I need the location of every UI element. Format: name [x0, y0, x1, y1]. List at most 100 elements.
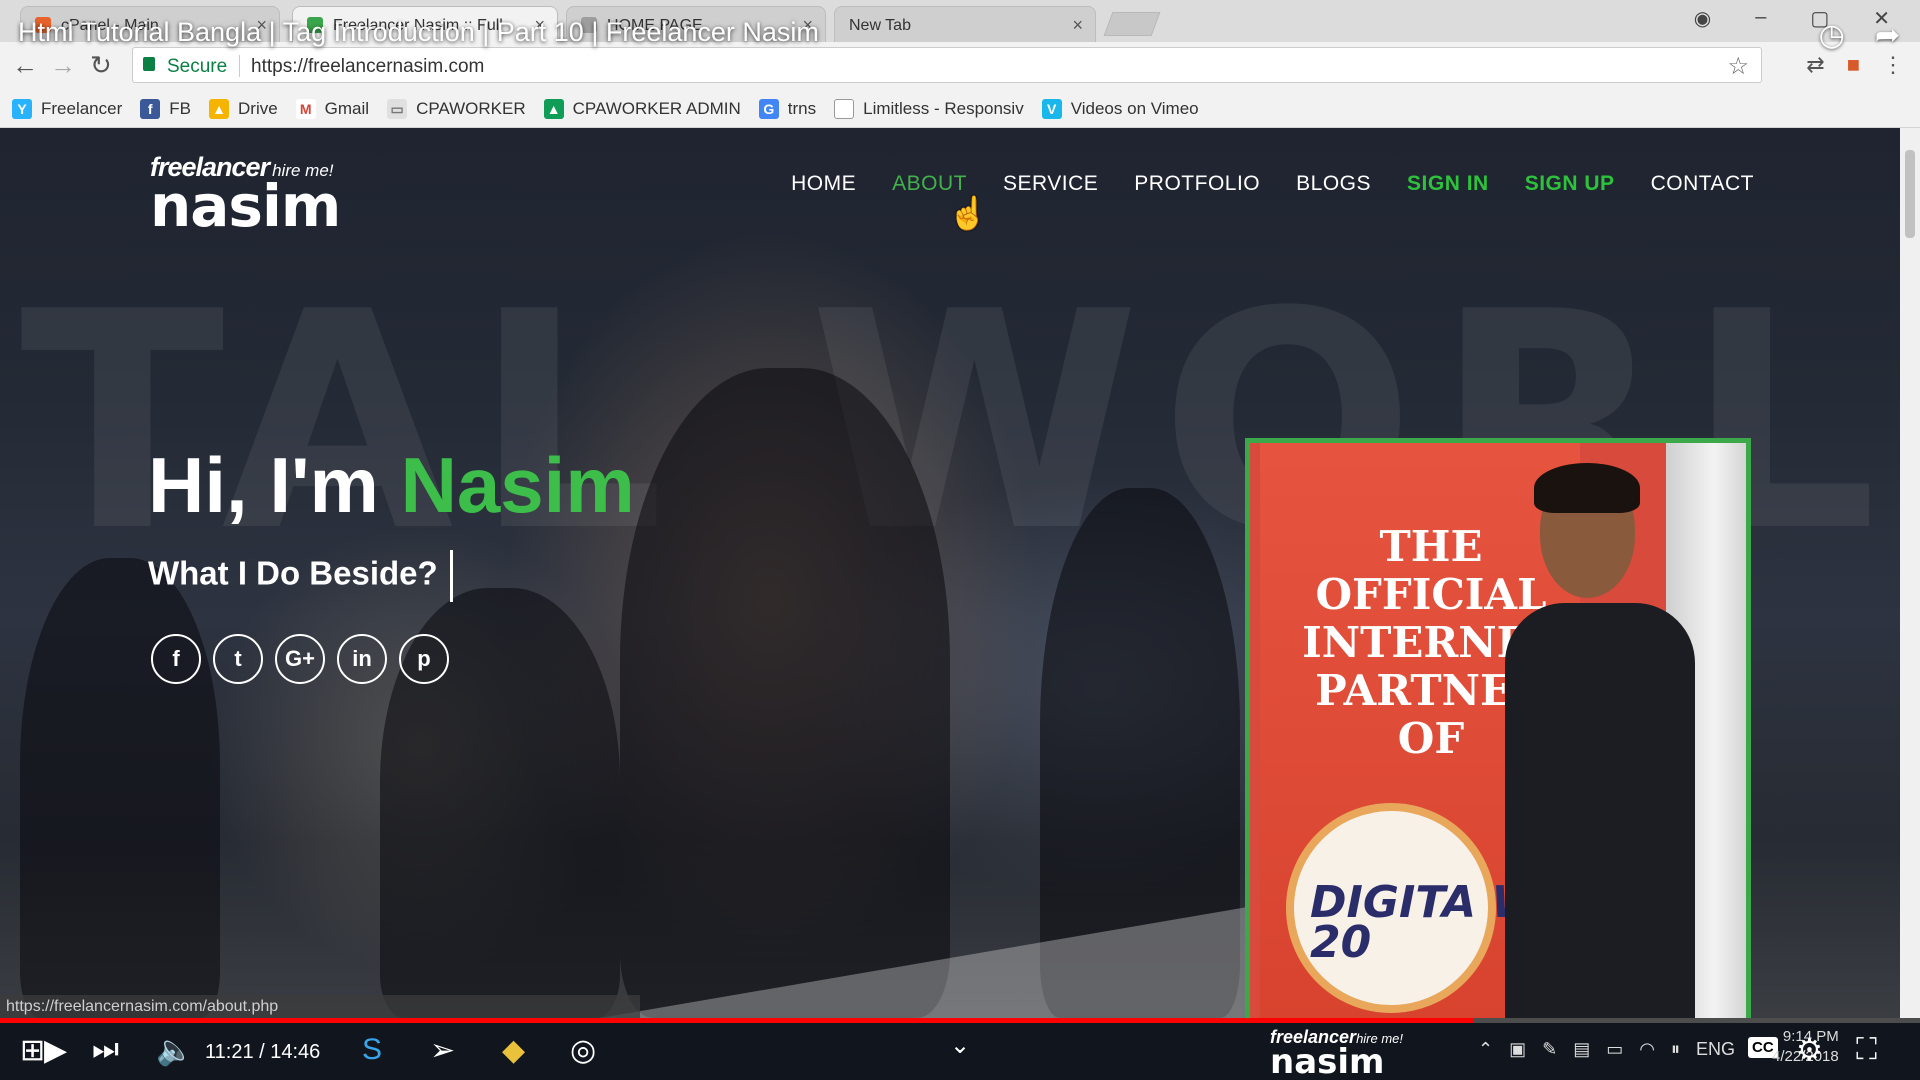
new-tab-button[interactable]	[1103, 12, 1161, 36]
tray-pdf-icon[interactable]: ▤	[1573, 1039, 1590, 1060]
bookmark-label: CPAWORKER	[416, 98, 526, 118]
omnibox-divider	[239, 55, 240, 77]
time-current: 11:21	[205, 1041, 254, 1063]
bookmark-label: FB	[169, 98, 191, 118]
nav-service[interactable]: SERVICE	[1003, 172, 1098, 196]
google-plus-icon[interactable]: G+	[275, 634, 325, 684]
bookmark-item[interactable]: Limitless - Responsiv	[834, 98, 1024, 119]
video-title[interactable]: Html Tutorial Bangla | Tag Introduction …	[18, 17, 819, 48]
page-icon	[834, 98, 855, 119]
hero-greeting: Hi, I'm	[148, 441, 401, 529]
time-separator: /	[253, 1041, 271, 1063]
battery-icon[interactable]: ▭	[1606, 1039, 1623, 1060]
bookmark-item[interactable]: ▲ CPAWORKER ADMIN	[543, 98, 741, 119]
extension-icons: ⇄ ■ ⋮	[1806, 52, 1904, 78]
hand-cursor-icon: ☝	[948, 195, 988, 231]
forward-arrow-icon[interactable]: →	[50, 50, 76, 81]
nav-home[interactable]: HOME	[791, 172, 856, 196]
address-bar[interactable]: Secure https://freelancernasim.com ☆	[132, 47, 1762, 83]
next-icon[interactable]: ⏭	[92, 1033, 119, 1067]
pinterest-icon[interactable]: p	[399, 634, 449, 684]
bookmark-label: Drive	[238, 98, 278, 118]
typing-caret	[449, 550, 453, 602]
bookmark-item[interactable]: Gtrns	[758, 98, 816, 119]
extension-icon[interactable]: ■	[1847, 52, 1860, 78]
twitter-icon[interactable]: t	[213, 634, 263, 684]
minimize-icon[interactable]: –	[1755, 6, 1766, 31]
language-indicator[interactable]: ENG	[1696, 1039, 1735, 1060]
bookmark-item[interactable]: ▲ Drive	[209, 98, 278, 119]
windows-start-icon[interactable]: ⊞	[20, 1033, 45, 1068]
app-icon[interactable]: ◆	[502, 1033, 525, 1068]
menu-dots-icon[interactable]: ⋮	[1882, 52, 1904, 78]
close-icon[interactable]: ×	[1072, 15, 1083, 36]
bookmarks-bar: Y Freelancer f FB ▲ Drive M Gmail ▭ CPAWORKER…	[0, 90, 1920, 128]
channel-watermark[interactable]: freelancerhire me! nasim	[1270, 1027, 1403, 1080]
site-logo[interactable]: freelancer hire me! nasim	[150, 152, 380, 240]
tab-label: New Tab	[849, 17, 911, 34]
facebook-icon[interactable]: f	[151, 634, 201, 684]
nav-blogs[interactable]: BLOGS	[1296, 172, 1371, 196]
chevron-down-icon[interactable]: ⌄	[950, 1031, 970, 1060]
freelancer-icon: Y	[12, 98, 32, 119]
social-links: f t G+ in p	[151, 634, 449, 684]
scrollbar-thumb[interactable]	[1905, 150, 1915, 238]
translate-icon: G	[758, 98, 779, 119]
person-hair	[1534, 463, 1640, 513]
play-icon[interactable]: ▶	[44, 1033, 67, 1068]
person-body	[1505, 603, 1695, 1018]
comment-icon: ▭	[387, 98, 408, 119]
bookmark-label: Gmail	[324, 98, 370, 118]
watch-later-icon[interactable]: ◷	[1819, 18, 1845, 53]
player-controls: ⊞ ▶ ⏭ 🔈 11:21 / 14:46 S ➢ ◆ ◎ ⌄ freelanc…	[0, 1023, 1920, 1080]
tray-app-icon[interactable]: ▣	[1509, 1039, 1526, 1060]
hero-heading: Hi, I'm Nasim	[148, 440, 635, 531]
lock-icon	[143, 57, 155, 71]
pause-icon[interactable]: ⏸	[1671, 1039, 1680, 1060]
nav-about[interactable]: ABOUT	[892, 172, 967, 196]
share-icon[interactable]: ➦	[1875, 18, 1900, 53]
status-bar-url: https://freelancernasim.com/about.php	[0, 995, 640, 1019]
bookmark-label: Videos on Vimeo	[1070, 98, 1199, 118]
volume-icon[interactable]: 🔈	[156, 1033, 193, 1068]
bookmark-label: Limitless - Responsiv	[863, 98, 1024, 118]
paper-plane-icon[interactable]: ➢	[430, 1033, 455, 1068]
bookmark-star-icon[interactable]: ☆	[1727, 52, 1749, 81]
profile-photo: THE OFFICIAL INTERNET PARTNER OF DIGITA …	[1245, 438, 1751, 1018]
cast-icon[interactable]: ⇄	[1806, 52, 1824, 78]
bookmark-label: Freelancer	[41, 98, 123, 118]
skype-icon[interactable]: S	[362, 1033, 382, 1067]
nav-contact[interactable]: CONTACT	[1651, 172, 1754, 196]
reload-icon[interactable]: ↻	[90, 50, 112, 81]
background-person	[20, 558, 220, 1018]
nav-sign-up[interactable]: SIGN UP	[1525, 172, 1615, 196]
watermark-main: nasim	[1270, 1042, 1385, 1080]
video-timecode: 11:21 / 14:46	[205, 1041, 320, 1064]
bookmark-item[interactable]: V Videos on Vimeo	[1041, 98, 1199, 119]
bookmark-item[interactable]: ▭ CPAWORKER	[387, 98, 526, 119]
hero-subtitle-text: What I Do Beside?	[148, 554, 438, 592]
nav-portfolio[interactable]: PROTFOLIO	[1134, 172, 1260, 196]
bookmark-item[interactable]: M Gmail	[295, 98, 370, 119]
nav-sign-in[interactable]: SIGN IN	[1407, 172, 1489, 196]
back-arrow-icon[interactable]: ←	[12, 50, 38, 81]
vimeo-icon: V	[1041, 98, 1062, 119]
url-text[interactable]: https://freelancernasim.com	[251, 56, 484, 78]
gmail-icon: M	[295, 98, 316, 119]
page-scrollbar[interactable]	[1900, 128, 1920, 1018]
bookmark-item[interactable]: f FB	[140, 98, 191, 119]
drive-icon: ▲	[209, 98, 229, 119]
logo-main-text: nasim	[150, 172, 341, 240]
secure-label: Secure	[167, 56, 228, 77]
bookmark-item[interactable]: Y Freelancer	[12, 98, 123, 119]
fullscreen-icon[interactable]: ⛶	[1856, 1033, 1877, 1067]
linkedin-icon[interactable]: in	[337, 634, 387, 684]
system-tray: ⌃ ▣ ✎ ▤ ▭ ◠ ⏸ ENG	[1478, 1039, 1735, 1060]
browser-tab[interactable]: New Tab ×	[834, 6, 1096, 42]
tray-feather-icon[interactable]: ✎	[1542, 1039, 1557, 1060]
profile-icon[interactable]: ◉	[1694, 6, 1711, 31]
chrome-icon[interactable]: ◎	[570, 1033, 596, 1068]
tray-up-icon[interactable]: ⌃	[1478, 1039, 1493, 1060]
wifi-icon[interactable]: ◠	[1639, 1039, 1655, 1060]
gear-icon[interactable]: ⚙	[1796, 1033, 1823, 1068]
